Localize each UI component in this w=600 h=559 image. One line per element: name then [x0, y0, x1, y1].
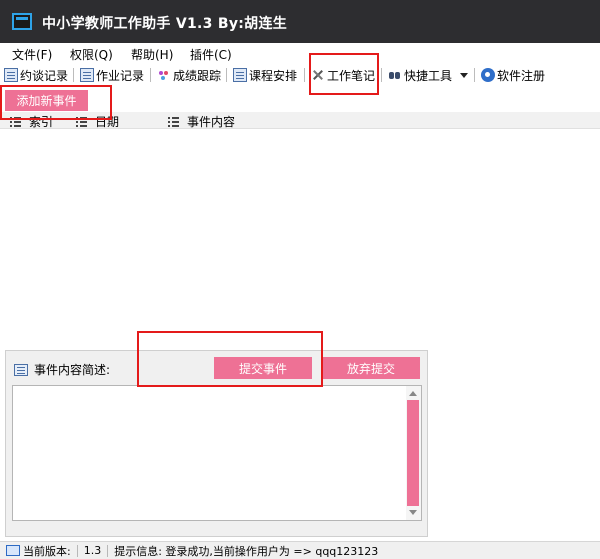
scroll-thumb[interactable] — [407, 400, 419, 506]
toolbar-separator — [150, 68, 151, 82]
event-summary-label: 事件内容简述: — [14, 361, 110, 378]
tools-icon — [311, 68, 325, 82]
status-separator — [107, 544, 109, 557]
toolbar-quick-tools[interactable]: 快捷工具 — [388, 66, 469, 84]
column-index[interactable]: 索引 — [10, 113, 53, 130]
event-content-textarea[interactable] — [12, 385, 422, 521]
column-label: 事件内容 — [187, 115, 236, 129]
version-value: 1.3 — [83, 544, 102, 557]
toolbar-label: 工作笔记 — [327, 68, 376, 83]
column-label: 日期 — [95, 115, 120, 129]
event-summary-label-text: 事件内容简述: — [34, 363, 111, 377]
list-icon — [76, 116, 87, 127]
document-icon — [4, 68, 18, 82]
list-column-header: 索引 日期 事件内容 — [0, 112, 600, 129]
app-window-icon — [12, 13, 32, 30]
window-title: 中小学教师工作助手 V1.3 By:胡连生 — [42, 16, 288, 32]
toolbar-separator — [474, 68, 475, 82]
event-list[interactable] — [0, 130, 600, 344]
schedule-icon — [233, 68, 247, 82]
status-app-icon — [6, 545, 20, 556]
toolbar-course-schedule[interactable]: 课程安排 — [233, 66, 297, 84]
event-input-panel: 事件内容简述: 提交事件 放弃提交 — [5, 350, 428, 537]
menu-plugins[interactable]: 插件(C) — [190, 46, 232, 63]
toolbar-software-register[interactable]: 软件注册 — [481, 66, 545, 84]
toolbar-separator — [381, 68, 382, 82]
column-event-content[interactable]: 事件内容 — [168, 113, 235, 130]
scroll-down-icon[interactable] — [409, 510, 417, 515]
textarea-scrollbar[interactable] — [406, 386, 421, 520]
toolbar-separator — [304, 68, 305, 82]
toolbar-label: 快捷工具 — [404, 68, 453, 83]
toolbar-homework-records[interactable]: 作业记录 — [80, 66, 144, 84]
toolbar-separator — [226, 68, 227, 82]
toolbar: 约谈记录 作业记录 成绩跟踪 课程安排 工作笔记 快捷工具 软件注册 — [0, 63, 600, 87]
toolbar-label: 作业记录 — [96, 68, 145, 83]
menu-permission[interactable]: 权限(Q) — [70, 46, 113, 63]
menu-help[interactable]: 帮助(H) — [131, 46, 173, 63]
scroll-up-icon[interactable] — [409, 391, 417, 396]
notebook-icon — [80, 68, 94, 82]
form-icon — [14, 363, 28, 376]
submit-event-button[interactable]: 提交事件 — [214, 357, 312, 379]
dots-icon — [157, 68, 171, 82]
status-separator — [76, 544, 78, 557]
column-label: 索引 — [29, 115, 54, 129]
list-icon — [10, 116, 21, 127]
toolbar-separator — [73, 68, 74, 82]
toolbar-interview-records[interactable]: 约谈记录 — [4, 66, 68, 84]
register-icon — [481, 68, 495, 82]
menu-bar: 文件(F) 权限(Q) 帮助(H) 插件(C) — [0, 43, 600, 63]
toolbar-label: 软件注册 — [497, 68, 546, 83]
title-bar: 中小学教师工作助手 V1.3 By:胡连生 — [0, 0, 600, 43]
toolbar-work-notes[interactable]: 工作笔记 — [311, 66, 375, 84]
toolbar-grade-tracking[interactable]: 成绩跟踪 — [157, 66, 221, 84]
add-event-button[interactable]: 添加新事件 — [5, 90, 88, 111]
abandon-submit-button[interactable]: 放弃提交 — [322, 357, 420, 379]
toolbar-label: 约谈记录 — [20, 68, 69, 83]
status-info: 提示信息: 登录成功,当前操作用户为 => qqq123123 — [114, 544, 379, 558]
toolbar-label: 课程安排 — [249, 68, 298, 83]
toolbar-label: 成绩跟踪 — [173, 68, 222, 83]
column-date[interactable]: 日期 — [76, 113, 119, 130]
menu-file[interactable]: 文件(F) — [12, 46, 52, 63]
version-label: 当前版本: — [23, 544, 71, 558]
status-bar: 当前版本: 1.3 提示信息: 登录成功,当前操作用户为 => qqq12312… — [0, 541, 600, 559]
list-icon — [168, 116, 179, 127]
dropdown-arrow-icon[interactable] — [460, 72, 469, 78]
binoculars-icon — [388, 68, 402, 82]
